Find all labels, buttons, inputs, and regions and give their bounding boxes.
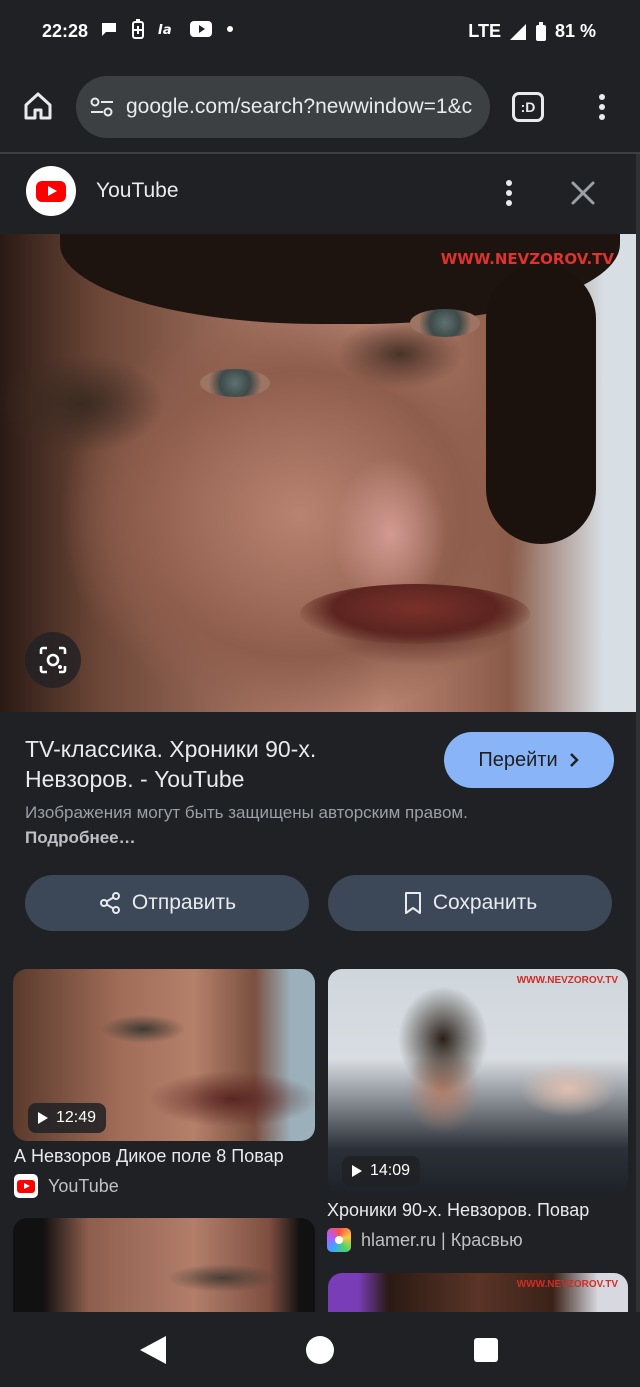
goto-label: Перейти (478, 748, 558, 771)
tab-switcher-button[interactable]: :D (512, 92, 544, 122)
close-icon[interactable] (566, 176, 600, 210)
chevron-right-icon (569, 753, 579, 767)
play-icon (38, 1112, 48, 1124)
duration-badge: 12:49 (28, 1103, 107, 1133)
recents-icon[interactable] (474, 1338, 498, 1362)
share-label: Отправить (131, 891, 237, 914)
share-icon (99, 892, 120, 914)
copyright-notice: Изображения могут быть защищены авторски… (25, 800, 495, 850)
goto-button[interactable]: Перейти (444, 732, 614, 788)
panel-header: YouTube (0, 154, 636, 232)
youtube-icon (190, 21, 212, 37)
result-source-name: hlamer.ru | Красвью (361, 1229, 523, 1250)
result-title[interactable]: А Невзоров Дикое поле 8 Повар (14, 1146, 284, 1167)
system-nav-bar (0, 1312, 640, 1387)
save-label: Сохранить (432, 891, 538, 914)
status-bar: 22:28 Ia LTE 81 % (0, 0, 640, 62)
hlamer-favicon-icon (327, 1228, 351, 1252)
duration-text: 12:49 (56, 1109, 97, 1126)
thumbnail-watermark: WWW.NEVZOROV.TV (516, 975, 618, 986)
save-button[interactable]: Сохранить (328, 875, 612, 931)
youtube-favicon-icon (14, 1174, 38, 1198)
image-preview-panel: YouTube WWW.NEVZOROV.TV TV-классика. Хро… (0, 154, 636, 1312)
browser-toolbar: google.com/search?newwindow=1&c :D (0, 62, 640, 152)
main-image[interactable]: WWW.NEVZOROV.TV (0, 234, 636, 712)
play-icon (352, 1165, 362, 1177)
bookmark-icon (404, 892, 421, 914)
battery-icon (535, 21, 546, 41)
result-title[interactable]: Хроники 90-х. Невзоров. Повар (327, 1200, 589, 1221)
result-source[interactable]: hlamer.ru | Красвью (327, 1228, 523, 1252)
status-time: 22:28 (42, 21, 89, 41)
url-text: google.com/search?newwindow=1&c (126, 95, 473, 118)
result-source-name: YouTube (48, 1175, 119, 1196)
thumbnail-watermark: WWW.NEVZOROV.TV (516, 1279, 618, 1290)
dot-icon (227, 26, 233, 32)
more-options-icon[interactable] (498, 178, 520, 208)
source-name[interactable]: YouTube (96, 179, 179, 203)
image-watermark: WWW.NEVZOROV.TV (440, 250, 614, 268)
copyright-text: Изображения могут быть защищены авторски… (25, 803, 468, 822)
site-settings-icon[interactable] (88, 95, 116, 119)
chat-icon (102, 23, 116, 36)
result-thumbnail[interactable] (13, 1218, 315, 1312)
result-thumbnail[interactable]: WWW.NEVZOROV.TV (328, 1273, 628, 1312)
source-logo[interactable] (26, 166, 76, 216)
browser-menu-icon[interactable] (590, 90, 614, 124)
youtube-logo-icon (36, 180, 66, 202)
duration-text: 14:09 (370, 1162, 411, 1179)
back-icon[interactable] (140, 1336, 166, 1364)
network-type: LTE (468, 21, 501, 41)
home-circle-icon[interactable] (306, 1336, 334, 1364)
address-bar[interactable]: google.com/search?newwindow=1&c (76, 76, 490, 138)
signal-icon (509, 23, 526, 40)
battery-saver-icon (132, 19, 144, 39)
svg-text:Ia: Ia (158, 23, 172, 36)
scrollbar[interactable] (636, 154, 640, 1312)
home-icon (24, 92, 52, 120)
notification-icons: Ia (100, 19, 234, 39)
google-lens-button[interactable] (25, 632, 81, 688)
share-button[interactable]: Отправить (25, 875, 309, 931)
home-button[interactable] (16, 84, 60, 128)
battery-percent: 81 % (554, 21, 596, 41)
learn-more-link[interactable]: Подробнее… (25, 828, 136, 847)
status-right: LTE 81 % (468, 21, 596, 42)
ia-icon: Ia (158, 23, 172, 36)
image-title[interactable]: TV-классика. Хроники 90-х. Невзоров. - Y… (25, 734, 425, 794)
duration-badge: 14:09 (342, 1156, 421, 1186)
lens-icon (39, 646, 67, 674)
result-source[interactable]: YouTube (14, 1174, 119, 1198)
